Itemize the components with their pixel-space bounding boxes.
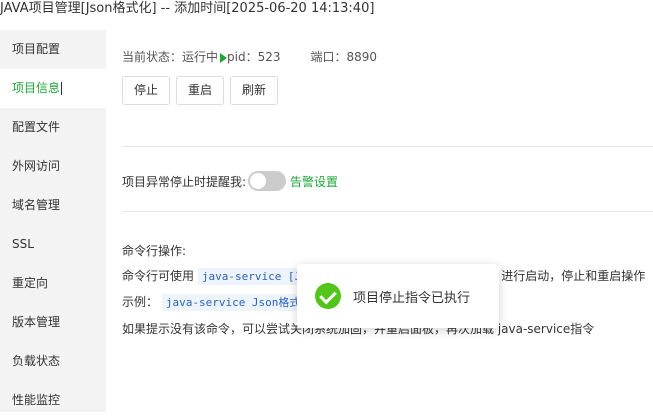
- window-title: JAVA项目管理[Json格式化] -- 添加时间[2025-06-20 14:…: [0, 0, 653, 22]
- running-play-icon: [220, 52, 228, 63]
- command-example-code: java-service Json格式: [161, 294, 305, 311]
- sidebar-item-version-management[interactable]: 版本管理: [0, 303, 106, 342]
- restart-button[interactable]: 重启: [176, 76, 225, 105]
- check-circle-icon: [315, 283, 341, 309]
- alert-settings-link[interactable]: 告警设置: [290, 173, 338, 190]
- sidebar-item-project-config[interactable]: 项目配置: [0, 30, 106, 69]
- sidebar-item-domain-management[interactable]: 域名管理: [0, 186, 106, 225]
- divider: [122, 146, 653, 147]
- sidebar-item-label: 性能监控: [12, 393, 61, 407]
- sidebar: 项目配置 项目信息 配置文件 外网访问 域名管理 SSL 重定向 版本管理 负载…: [0, 30, 106, 412]
- command-usage-suffix: 进行启动，停止和重启操作: [501, 269, 646, 283]
- status-port: 端口：8890: [310, 50, 378, 64]
- status-row: 当前状态：运行中 pid：523 端口：8890: [122, 48, 377, 65]
- sidebar-item-label: 负载状态: [12, 354, 61, 368]
- sidebar-item-label: 配置文件: [12, 120, 61, 134]
- main-panel: 当前状态：运行中 pid：523 端口：8890 停止 重启 刷新 项目异常停止时提醒我…: [106, 30, 653, 412]
- stop-button[interactable]: 停止: [122, 76, 171, 105]
- command-example-prefix: 示例：: [122, 295, 159, 309]
- command-usage-prefix: 命令行可使用: [122, 269, 195, 283]
- sidebar-item-project-info[interactable]: 项目信息: [0, 69, 106, 108]
- sidebar-item-config-file[interactable]: 配置文件: [0, 108, 106, 147]
- action-buttons: 停止 重启 刷新: [122, 76, 284, 105]
- sidebar-item-ssl[interactable]: SSL: [0, 225, 106, 264]
- success-toast: 项目停止指令已执行: [297, 264, 499, 328]
- divider: [122, 211, 653, 212]
- sidebar-item-redirect[interactable]: 重定向: [0, 264, 106, 303]
- sidebar-item-label: 外网访问: [12, 159, 61, 173]
- sidebar-item-label: 域名管理: [12, 198, 61, 212]
- toast-message: 项目停止指令已执行: [353, 290, 471, 306]
- status-state: 当前状态：运行中: [122, 50, 219, 64]
- sidebar-item-load-status[interactable]: 负载状态: [0, 342, 106, 381]
- sidebar-item-label: 项目信息: [12, 81, 61, 95]
- toggle-knob: [250, 173, 267, 189]
- sidebar-item-label: 重定向: [12, 276, 49, 290]
- refresh-button[interactable]: 刷新: [230, 76, 279, 105]
- text-cursor: [61, 82, 63, 95]
- sidebar-item-label: 项目配置: [12, 42, 61, 56]
- command-line-example: 示例： java-service Json格式: [122, 293, 305, 311]
- sidebar-item-label: SSL: [12, 237, 34, 251]
- status-pid: pid：523: [227, 50, 281, 64]
- alert-label: 项目异常停止时提醒我:: [122, 174, 247, 189]
- command-title: 命令行操作:: [122, 244, 187, 258]
- alert-toggle[interactable]: [248, 171, 287, 191]
- alert-row: 项目异常停止时提醒我: 告警设置: [122, 171, 338, 191]
- command-usage-code: java-service [J: [197, 268, 306, 285]
- sidebar-item-performance-monitor[interactable]: 性能监控: [0, 381, 106, 420]
- sidebar-item-external-access[interactable]: 外网访问: [0, 147, 106, 186]
- sidebar-item-label: 版本管理: [12, 315, 61, 329]
